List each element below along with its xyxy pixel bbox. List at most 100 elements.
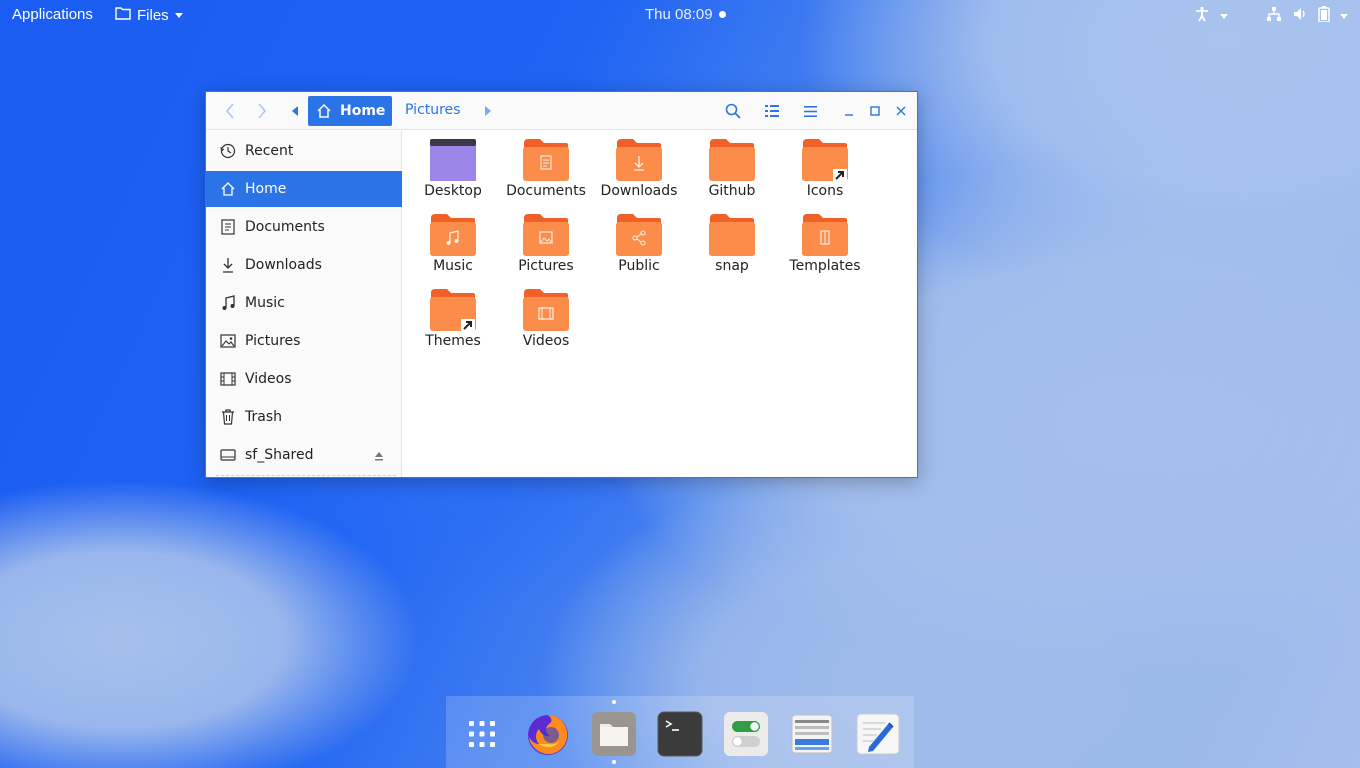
symlink-folder-icon: [802, 139, 848, 181]
sidebar-item-recent[interactable]: Recent: [206, 133, 402, 169]
folder-label: snap: [715, 258, 749, 274]
close-icon: [896, 106, 906, 116]
sidebar-item-sf-shared[interactable]: sf_Shared: [206, 437, 402, 473]
triangle-right-icon: [484, 106, 491, 116]
minimize-icon: [845, 114, 853, 116]
close-button[interactable]: [894, 101, 908, 121]
sidebar: Recent Home Documents Downloads Music Pi…: [206, 131, 402, 477]
clock[interactable]: Thu 08:09: [645, 6, 726, 23]
settings-launcher[interactable]: [722, 710, 770, 758]
chevron-left-icon: [226, 103, 234, 119]
files-app-menu[interactable]: Files: [115, 6, 183, 24]
back-button[interactable]: [222, 101, 238, 121]
folder-label: Pictures: [518, 258, 574, 274]
files-menu-label: Files: [137, 6, 169, 24]
picture-icon: [220, 333, 236, 349]
app-grid-icon: [469, 721, 495, 747]
pictures-folder-icon: [523, 214, 569, 256]
list-view-icon: [765, 105, 779, 117]
breadcrumb-pictures[interactable]: Pictures: [405, 102, 460, 118]
public-folder-icon: [616, 214, 662, 256]
dock: [446, 696, 914, 768]
folder-templates[interactable]: Templates: [779, 214, 871, 284]
minimize-button[interactable]: [842, 101, 856, 121]
network-icon[interactable]: [1266, 6, 1282, 26]
eject-icon[interactable]: [374, 449, 384, 465]
sidebar-item-label: Trash: [245, 409, 282, 425]
chevron-down-icon: [174, 12, 183, 18]
folder-label: Templates: [789, 258, 861, 274]
sidebar-item-trash[interactable]: Trash: [206, 399, 402, 435]
folder-documents[interactable]: Documents: [500, 139, 592, 209]
folder-public[interactable]: Public: [593, 214, 685, 284]
sidebar-item-label: Home: [245, 181, 287, 197]
folder-snap[interactable]: snap: [686, 214, 778, 284]
folder-label: Icons: [806, 183, 844, 199]
view-toggle-button[interactable]: [763, 101, 781, 121]
accessibility-icon[interactable]: [1194, 6, 1210, 26]
app-grid-button[interactable]: [458, 710, 506, 758]
running-indicator: [612, 700, 616, 704]
sidebar-item-pictures[interactable]: Pictures: [206, 323, 402, 359]
folder-icon: [709, 139, 755, 181]
sidebar-item-downloads[interactable]: Downloads: [206, 247, 402, 283]
volume-icon[interactable]: [1292, 6, 1308, 26]
files-launcher[interactable]: [590, 710, 638, 758]
menu-button[interactable]: [801, 101, 819, 121]
system-monitor-launcher[interactable]: [788, 710, 836, 758]
breadcrumb-home-label: Home: [340, 103, 386, 119]
sidebar-item-documents[interactable]: Documents: [206, 209, 402, 245]
folder-downloads[interactable]: Downloads: [593, 139, 685, 209]
system-monitor-icon: [791, 714, 833, 754]
breadcrumb-scroll-left[interactable]: [290, 101, 300, 121]
symlink-folder-icon: [430, 289, 476, 331]
folder-label: Music: [433, 258, 473, 274]
battery-icon[interactable]: [1318, 6, 1330, 26]
sidebar-item-music[interactable]: Music: [206, 285, 402, 321]
folder-icons[interactable]: Icons: [779, 139, 871, 209]
home-icon: [220, 181, 236, 197]
sidebar-item-label: Pictures: [245, 333, 301, 349]
maximize-button[interactable]: [868, 101, 882, 121]
download-icon: [220, 257, 236, 273]
folder-label: Themes: [425, 333, 481, 349]
firefox-icon: [528, 715, 568, 755]
music-icon: [220, 295, 236, 311]
documents-folder-icon: [523, 139, 569, 181]
breadcrumb-scroll-right[interactable]: [482, 101, 492, 121]
chevron-down-icon[interactable]: [1220, 13, 1228, 19]
film-icon: [220, 371, 236, 387]
folder-label: Downloads: [600, 183, 678, 199]
folder-themes[interactable]: Themes: [407, 289, 499, 359]
folder-pictures[interactable]: Pictures: [500, 214, 592, 284]
forward-button[interactable]: [254, 101, 270, 121]
breadcrumb-home[interactable]: Home: [308, 96, 392, 126]
sidebar-divider: [216, 475, 396, 476]
folder-label: Documents: [506, 183, 586, 199]
desktop-folder-icon: [430, 139, 476, 181]
maximize-icon: [870, 106, 880, 116]
chevron-down-icon[interactable]: [1340, 13, 1348, 19]
folder-github[interactable]: Github: [686, 139, 778, 209]
firefox-launcher[interactable]: [524, 710, 572, 758]
clock-label: Thu 08:09: [645, 6, 713, 23]
sidebar-item-videos[interactable]: Videos: [206, 361, 402, 397]
folder-music[interactable]: Music: [407, 214, 499, 284]
search-icon: [725, 103, 741, 119]
file-grid: Desktop Documents Downloads Github Icons…: [403, 131, 917, 477]
sidebar-item-label: Downloads: [245, 257, 322, 273]
terminal-launcher[interactable]: [656, 710, 704, 758]
text-editor-launcher[interactable]: [854, 710, 902, 758]
header-bar: Home Pictures: [206, 92, 917, 130]
files-icon: [592, 712, 636, 756]
folder-desktop[interactable]: Desktop: [407, 139, 499, 209]
trash-icon: [220, 409, 236, 425]
folder-videos[interactable]: Videos: [500, 289, 592, 359]
applications-menu[interactable]: Applications: [12, 6, 93, 23]
system-tray: [1194, 6, 1348, 26]
sidebar-item-home[interactable]: Home: [206, 171, 402, 207]
settings-icon: [724, 712, 768, 756]
music-folder-icon: [430, 214, 476, 256]
chevron-right-icon: [258, 103, 266, 119]
search-button[interactable]: [724, 101, 742, 121]
